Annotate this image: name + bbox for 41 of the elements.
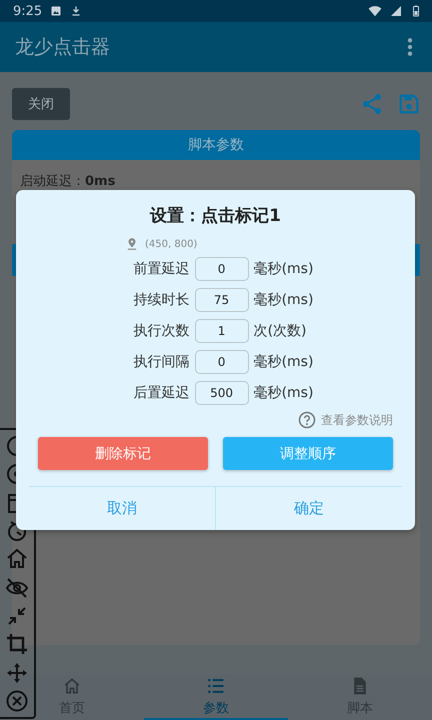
- list-icon: [206, 676, 226, 696]
- number-field[interactable]: 0: [194, 350, 249, 374]
- nav-tab[interactable]: 参数: [144, 675, 288, 720]
- field-label: 执行间隔: [132, 353, 190, 371]
- dialog-title: 设置：点击标记1: [150, 205, 281, 227]
- eye-off-icon[interactable]: [5, 576, 29, 600]
- help-link[interactable]: 查看参数说明: [321, 412, 393, 428]
- parameter-text: 启动延迟：0ms: [19, 173, 116, 190]
- field-label: 前置延迟: [132, 260, 190, 278]
- crop-icon[interactable]: [5, 632, 29, 656]
- card-header: 脚本参数: [12, 130, 420, 160]
- clock-text: 9:25: [13, 4, 42, 18]
- unit-label: 毫秒(ms): [254, 353, 314, 371]
- field-label: 执行次数: [132, 322, 190, 340]
- help-icon[interactable]: [298, 411, 316, 429]
- field-label: 后置延迟: [132, 384, 190, 402]
- coordinates-text: (450, 800): [145, 238, 198, 250]
- home-icon: [62, 676, 82, 696]
- app-title: 龙少点击器: [15, 35, 111, 60]
- cancel-button[interactable]: 取消: [29, 487, 215, 530]
- number-field[interactable]: 75: [194, 288, 249, 312]
- number-field[interactable]: 0: [194, 257, 249, 281]
- number-field[interactable]: 500: [194, 381, 249, 405]
- close-icon[interactable]: [5, 688, 29, 713]
- field-label: 持续时长: [132, 291, 190, 309]
- location-pin-icon: [125, 237, 139, 251]
- download-icon: [70, 5, 82, 17]
- delete-button[interactable]: 删除标记: [38, 437, 208, 470]
- unit-label: 毫秒(ms): [254, 291, 314, 309]
- unit-label: 毫秒(ms): [254, 260, 314, 278]
- battery-icon: [410, 4, 422, 18]
- unit-label: 次(次数): [254, 322, 306, 340]
- close-button[interactable]: 关闭: [12, 88, 70, 120]
- signal-icon: [390, 5, 402, 17]
- unit-label: 毫秒(ms): [254, 384, 314, 402]
- wifi-icon: [368, 4, 382, 18]
- confirm-button[interactable]: 确定: [215, 487, 402, 530]
- number-field[interactable]: 1: [194, 319, 249, 343]
- reorder-button[interactable]: 调整顺序: [223, 437, 393, 470]
- move-icon[interactable]: [5, 660, 29, 685]
- image-icon: [50, 5, 62, 17]
